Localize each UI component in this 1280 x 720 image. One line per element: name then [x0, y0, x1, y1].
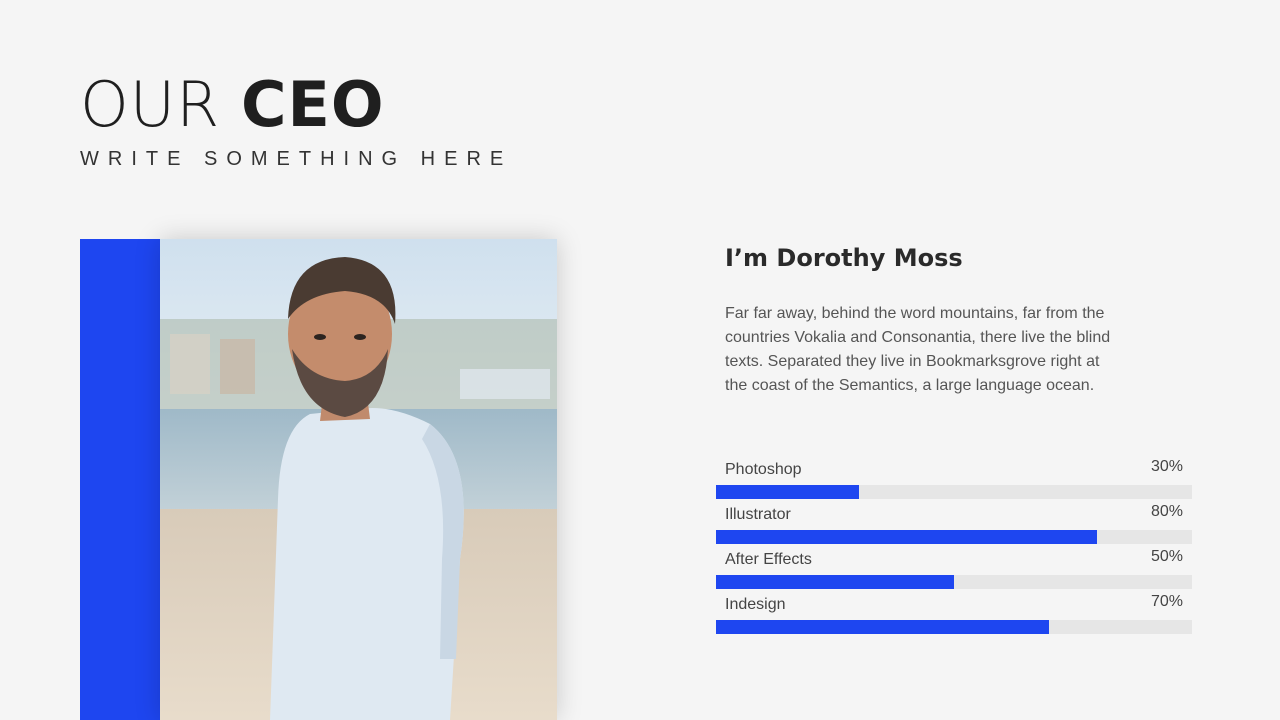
skill-value: 70% [1150, 593, 1183, 610]
skill-value: 30% [1150, 458, 1183, 475]
skill-illustrator: Illustrator 80% [716, 503, 1192, 548]
skill-value: 50% [1150, 548, 1183, 565]
page-title: OUR CEO [80, 70, 385, 140]
skill-label: After Effects [725, 551, 812, 568]
profile-name: I’m Dorothy Moss [725, 244, 963, 272]
skill-label: Indesign [725, 596, 786, 613]
skill-label: Photoshop [725, 461, 802, 478]
ceo-photo [160, 239, 557, 720]
skill-value: 80% [1150, 503, 1183, 520]
skill-fill [716, 530, 1097, 544]
skill-track [716, 620, 1192, 634]
skill-fill [716, 575, 954, 589]
skill-fill [716, 620, 1050, 634]
page-subtitle: WRITE SOMETHING HERE [80, 148, 513, 170]
skill-fill [716, 485, 859, 499]
ceo-photo-illustration [160, 239, 557, 720]
skill-track [716, 575, 1192, 589]
title-bold: CEO [240, 68, 385, 141]
skill-track [716, 485, 1192, 499]
title-light: OUR [80, 68, 221, 141]
skill-after-effects: After Effects 50% [716, 548, 1192, 593]
skill-label: Illustrator [725, 506, 791, 523]
skill-track [716, 530, 1192, 544]
skills-list: Photoshop 30% Illustrator 80% After Effe… [716, 458, 1192, 638]
accent-bar [80, 239, 160, 720]
profile-bio: Far far away, behind the word mountains,… [725, 305, 1111, 394]
skill-indesign: Indesign 70% [716, 593, 1192, 638]
skill-photoshop: Photoshop 30% [716, 458, 1192, 503]
